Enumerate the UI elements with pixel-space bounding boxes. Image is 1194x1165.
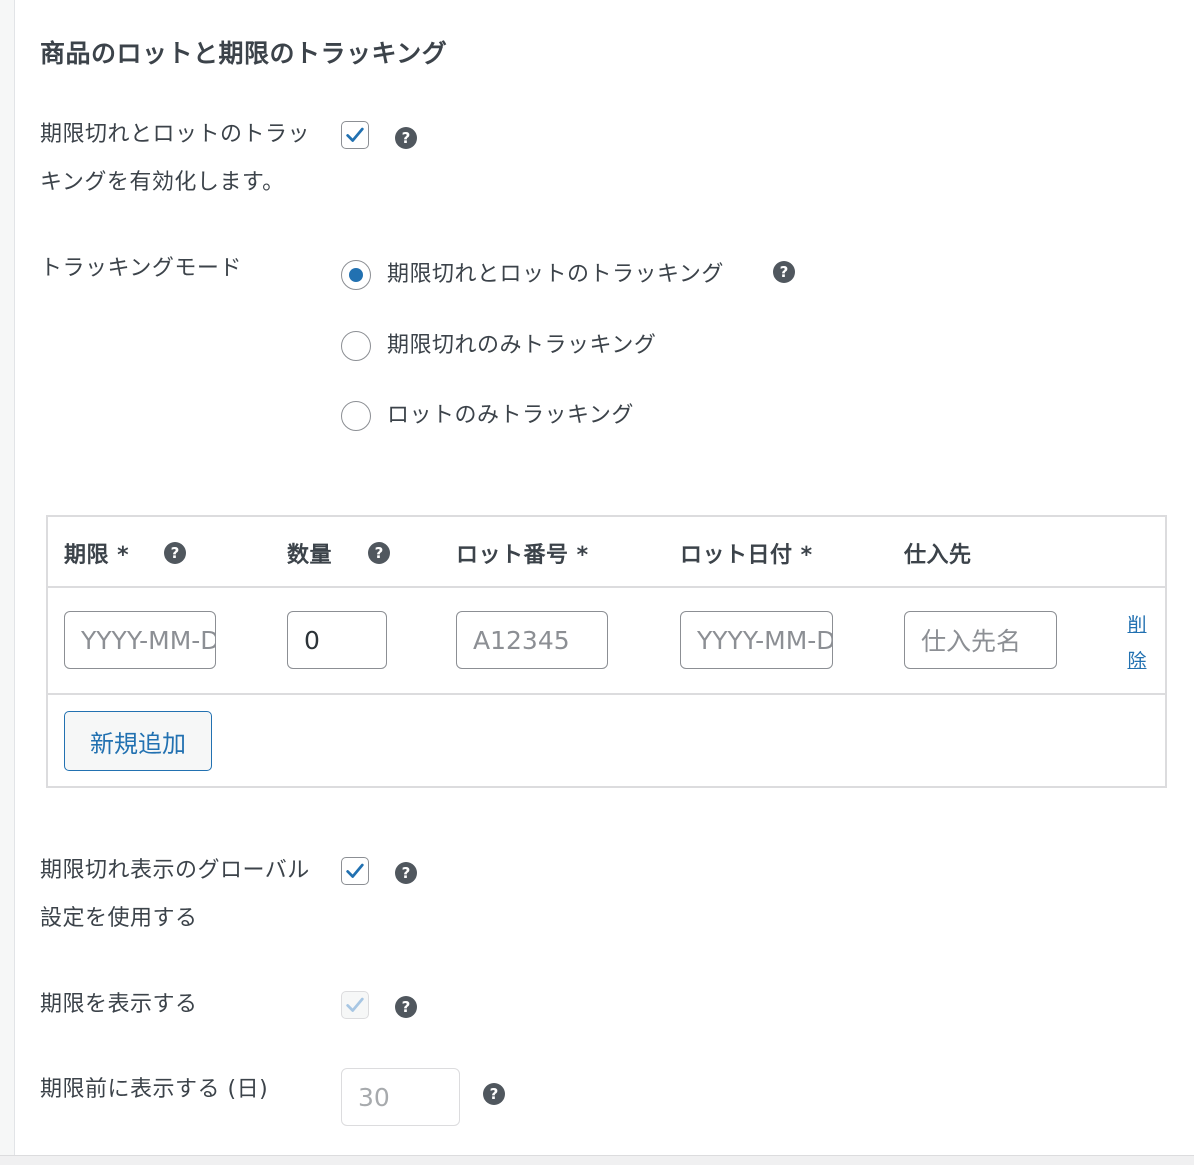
help-icon[interactable]: ? — [164, 542, 186, 564]
help-icon[interactable]: ? — [395, 127, 417, 149]
radio-lot-only[interactable] — [341, 401, 371, 431]
enable-tracking-label-line2: キングを有効化します。 — [40, 170, 285, 195]
radio-expiry-only[interactable] — [341, 331, 371, 361]
days-before-input[interactable]: 30 — [341, 1068, 460, 1126]
show-expiry-checkbox[interactable] — [341, 991, 369, 1019]
global-display-label-line2: 設定を使用する — [40, 906, 198, 931]
radio-expiry-and-lot-label[interactable]: 期限切れとロットのトラッキング — [387, 256, 724, 288]
section-title: 商品のロットと期限のトラッキング — [40, 39, 448, 68]
delete-link-char-2[interactable]: 除 — [1125, 643, 1149, 679]
lot-date-input[interactable]: YYYY-MM-DD — [680, 611, 833, 669]
help-icon[interactable]: ? — [773, 261, 795, 283]
delete-link-char-1[interactable]: 削 — [1125, 607, 1149, 643]
global-display-checkbox[interactable] — [341, 857, 369, 885]
supplier-input[interactable]: 仕入先名 — [904, 611, 1057, 669]
radio-lot-only-label[interactable]: ロットのみトラッキング — [387, 397, 634, 429]
tracking-mode-label: トラッキングモード — [40, 256, 242, 281]
col-header-supplier: 仕入先 — [904, 543, 972, 568]
delete-row-link[interactable]: 削 除 — [1125, 607, 1149, 679]
radio-expiry-and-lot[interactable] — [341, 260, 371, 290]
quantity-input[interactable]: 0 — [287, 611, 387, 669]
help-icon[interactable]: ? — [368, 542, 390, 564]
col-header-expiry: 期限 * — [64, 543, 130, 568]
enable-tracking-checkbox[interactable] — [341, 121, 369, 149]
global-display-label-line1: 期限切れ表示のグローバル — [40, 858, 310, 883]
expiry-input[interactable]: YYYY-MM-DD — [64, 611, 216, 669]
radio-selected-dot — [349, 268, 363, 282]
lot-number-input[interactable]: A12345 — [456, 611, 608, 669]
add-new-button[interactable]: 新規追加 — [64, 711, 212, 771]
table-row-divider — [48, 693, 1165, 695]
radio-expiry-only-label[interactable]: 期限切れのみトラッキング — [387, 327, 656, 359]
checkmark-icon — [346, 997, 364, 1012]
help-icon[interactable]: ? — [395, 996, 417, 1018]
col-header-lot-date: ロット日付 * — [680, 543, 813, 568]
enable-tracking-label-line1: 期限切れとロットのトラッ — [40, 122, 311, 147]
col-header-lot-number: ロット番号 * — [456, 543, 589, 568]
help-icon[interactable]: ? — [395, 862, 417, 884]
checkmark-icon — [346, 863, 364, 878]
days-before-label: 期限前に表示する (日) — [40, 1077, 269, 1102]
checkmark-icon — [346, 127, 364, 142]
col-header-quantity: 数量 — [287, 543, 333, 568]
help-icon[interactable]: ? — [483, 1083, 505, 1105]
show-expiry-label: 期限を表示する — [40, 992, 198, 1017]
table-header-divider — [48, 586, 1165, 588]
admin-sidebar-edge — [0, 0, 15, 1164]
